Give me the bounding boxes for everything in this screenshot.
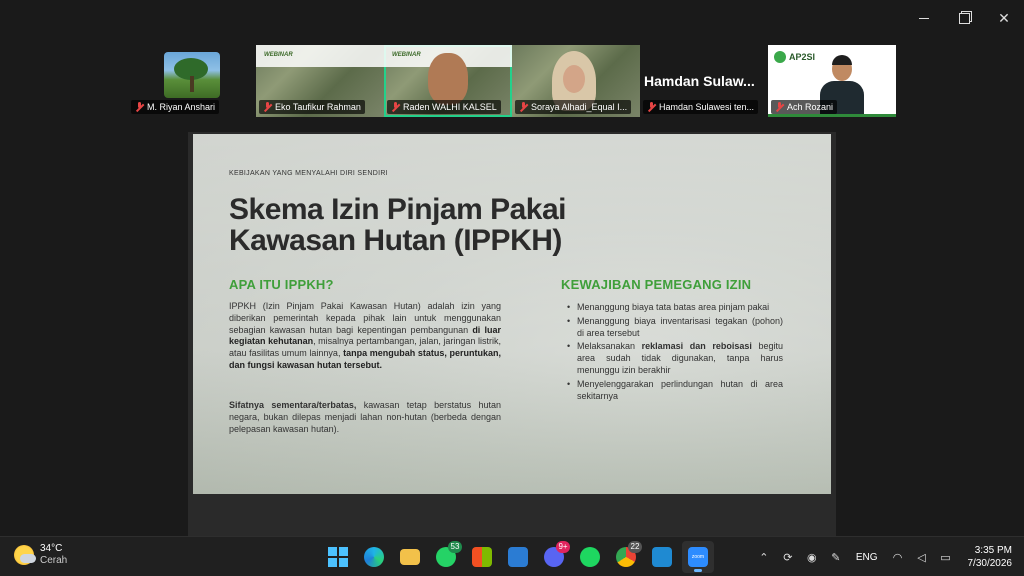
- mic-muted-icon: [775, 102, 784, 112]
- ippkh-nature: Sifatnya sementara/terbatas, kawasan tet…: [229, 400, 501, 434]
- list-item: Menanggung biaya tata batas area pinjam …: [567, 302, 783, 314]
- start-button[interactable]: [322, 541, 354, 573]
- edge-icon: [364, 547, 384, 567]
- window-controls: ✕: [904, 0, 1024, 36]
- webinar-banner: WEBINAR: [256, 45, 384, 67]
- folder-icon: [400, 549, 420, 565]
- whatsapp-button[interactable]: 53: [430, 541, 462, 573]
- mic-muted-icon: [647, 102, 656, 112]
- participant-tile[interactable]: Soraya Alhadi_Equal I...: [512, 45, 640, 117]
- participant-tile[interactable]: WEBINAR Eko Taufikur Rahman: [256, 45, 384, 117]
- participant-display-name: Hamdan Sulaw...: [644, 73, 755, 89]
- slide-kicker: KEBIJAKAN YANG MENYALAHI DIRI SENDIRI: [229, 170, 388, 177]
- spotify-icon: [580, 547, 600, 567]
- list-item: Melaksanakan reklamasi dan reboisasi beg…: [567, 341, 783, 376]
- list-item: Menanggung biaya inventarisasi tegakan (…: [567, 316, 783, 340]
- mic-muted-icon: [135, 102, 144, 112]
- word-button[interactable]: [502, 541, 534, 573]
- clock[interactable]: 3:35 PM 7/30/2026: [968, 544, 1013, 570]
- participant-name: Raden WALHI KALSEL: [403, 102, 497, 112]
- chrome-button[interactable]: 22: [610, 541, 642, 573]
- vscode-icon: [652, 547, 672, 567]
- participant-name: M. Riyan Anshari: [147, 102, 216, 112]
- ippkh-definition: IPPKH (Izin Pinjam Pakai Kawasan Hutan) …: [229, 301, 502, 370]
- ap2si-logo: AP2SI: [774, 51, 815, 63]
- left-heading: APA ITU IPPKH?: [229, 277, 334, 292]
- zoom-button[interactable]: zoom: [682, 541, 714, 573]
- notification-badge: 22: [628, 541, 642, 553]
- spotify-button[interactable]: [574, 541, 606, 573]
- security-icon[interactable]: ◉: [800, 545, 824, 569]
- discord-button[interactable]: 9+: [538, 541, 570, 573]
- volume-icon[interactable]: ◁: [910, 545, 934, 569]
- restore-button[interactable]: [944, 0, 984, 36]
- store-button[interactable]: [466, 541, 498, 573]
- sunny-icon: [14, 545, 36, 565]
- clock-date: 7/30/2026: [967, 558, 1013, 569]
- participant-name: Hamdan Sulawesi ten...: [659, 102, 755, 112]
- system-tray: ⌃ ⟳ ◉ ✎ ENG ◠ ◁ ▭ 3:35 PM 7/30/2026: [752, 537, 1024, 576]
- taskbar: 34°C Cerah 53 9+ 22 zoom ⌃ ⟳ ◉ ✎ ENG ◠ ◁…: [0, 536, 1024, 576]
- notification-badge: 9+: [556, 541, 570, 553]
- list-item: Menyelenggarakan perlindungan hutan di a…: [567, 379, 783, 403]
- participant-video: [428, 53, 468, 105]
- zoom-icon: zoom: [688, 547, 708, 567]
- minimize-button[interactable]: [904, 0, 944, 36]
- chevron-up-icon[interactable]: ⌃: [752, 545, 776, 569]
- mic-muted-icon: [391, 102, 400, 112]
- slide-title: Skema Izin Pinjam Pakai Kawasan Hutan (I…: [229, 193, 567, 257]
- edge-button[interactable]: [358, 541, 390, 573]
- participant-strip: M. Riyan Anshari WEBINAR Eko Taufikur Ra…: [128, 45, 896, 117]
- stylus-icon[interactable]: ✎: [824, 545, 848, 569]
- notification-badge: 53: [448, 541, 462, 553]
- weather-condition: Cerah: [40, 555, 68, 566]
- word-icon: [508, 547, 528, 567]
- vscode-button[interactable]: [646, 541, 678, 573]
- weather-temp: 34°C: [40, 543, 63, 554]
- participant-name: Ach Rozani: [787, 102, 834, 112]
- store-icon: [472, 547, 492, 567]
- clock-time: 3:35 PM: [974, 545, 1012, 556]
- weather-widget[interactable]: 34°C Cerah: [14, 543, 67, 567]
- right-heading: KEWAJIBAN PEMEGANG IZIN: [561, 277, 752, 292]
- taskbar-apps: 53 9+ 22 zoom: [322, 541, 714, 573]
- obligations-list: Menanggung biaya tata batas area pinjam …: [567, 302, 783, 404]
- close-button[interactable]: ✕: [984, 0, 1024, 36]
- sync-icon[interactable]: ⟳: [776, 545, 800, 569]
- presentation-slide: KEBIJAKAN YANG MENYALAHI DIRI SENDIRI Sk…: [193, 134, 831, 494]
- participant-name: Eko Taufikur Rahman: [275, 102, 361, 112]
- participant-tile[interactable]: AP2SI Ach Rozani: [768, 45, 896, 117]
- mic-muted-icon: [263, 102, 272, 112]
- windows-icon: [328, 547, 348, 567]
- participant-tile-speaking[interactable]: WEBINAR Raden WALHI KALSEL: [384, 45, 512, 117]
- participant-tile[interactable]: M. Riyan Anshari: [128, 45, 256, 117]
- participant-tile[interactable]: Hamdan Sulaw... Hamdan Sulawesi ten...: [640, 45, 768, 117]
- language-indicator[interactable]: ENG: [856, 552, 878, 563]
- file-explorer-button[interactable]: [394, 541, 426, 573]
- wifi-icon[interactable]: ◠: [886, 545, 910, 569]
- mic-muted-icon: [519, 102, 528, 112]
- participant-name: Soraya Alhadi_Equal I...: [531, 102, 628, 112]
- battery-icon[interactable]: ▭: [934, 545, 958, 569]
- tree-avatar: [164, 52, 220, 98]
